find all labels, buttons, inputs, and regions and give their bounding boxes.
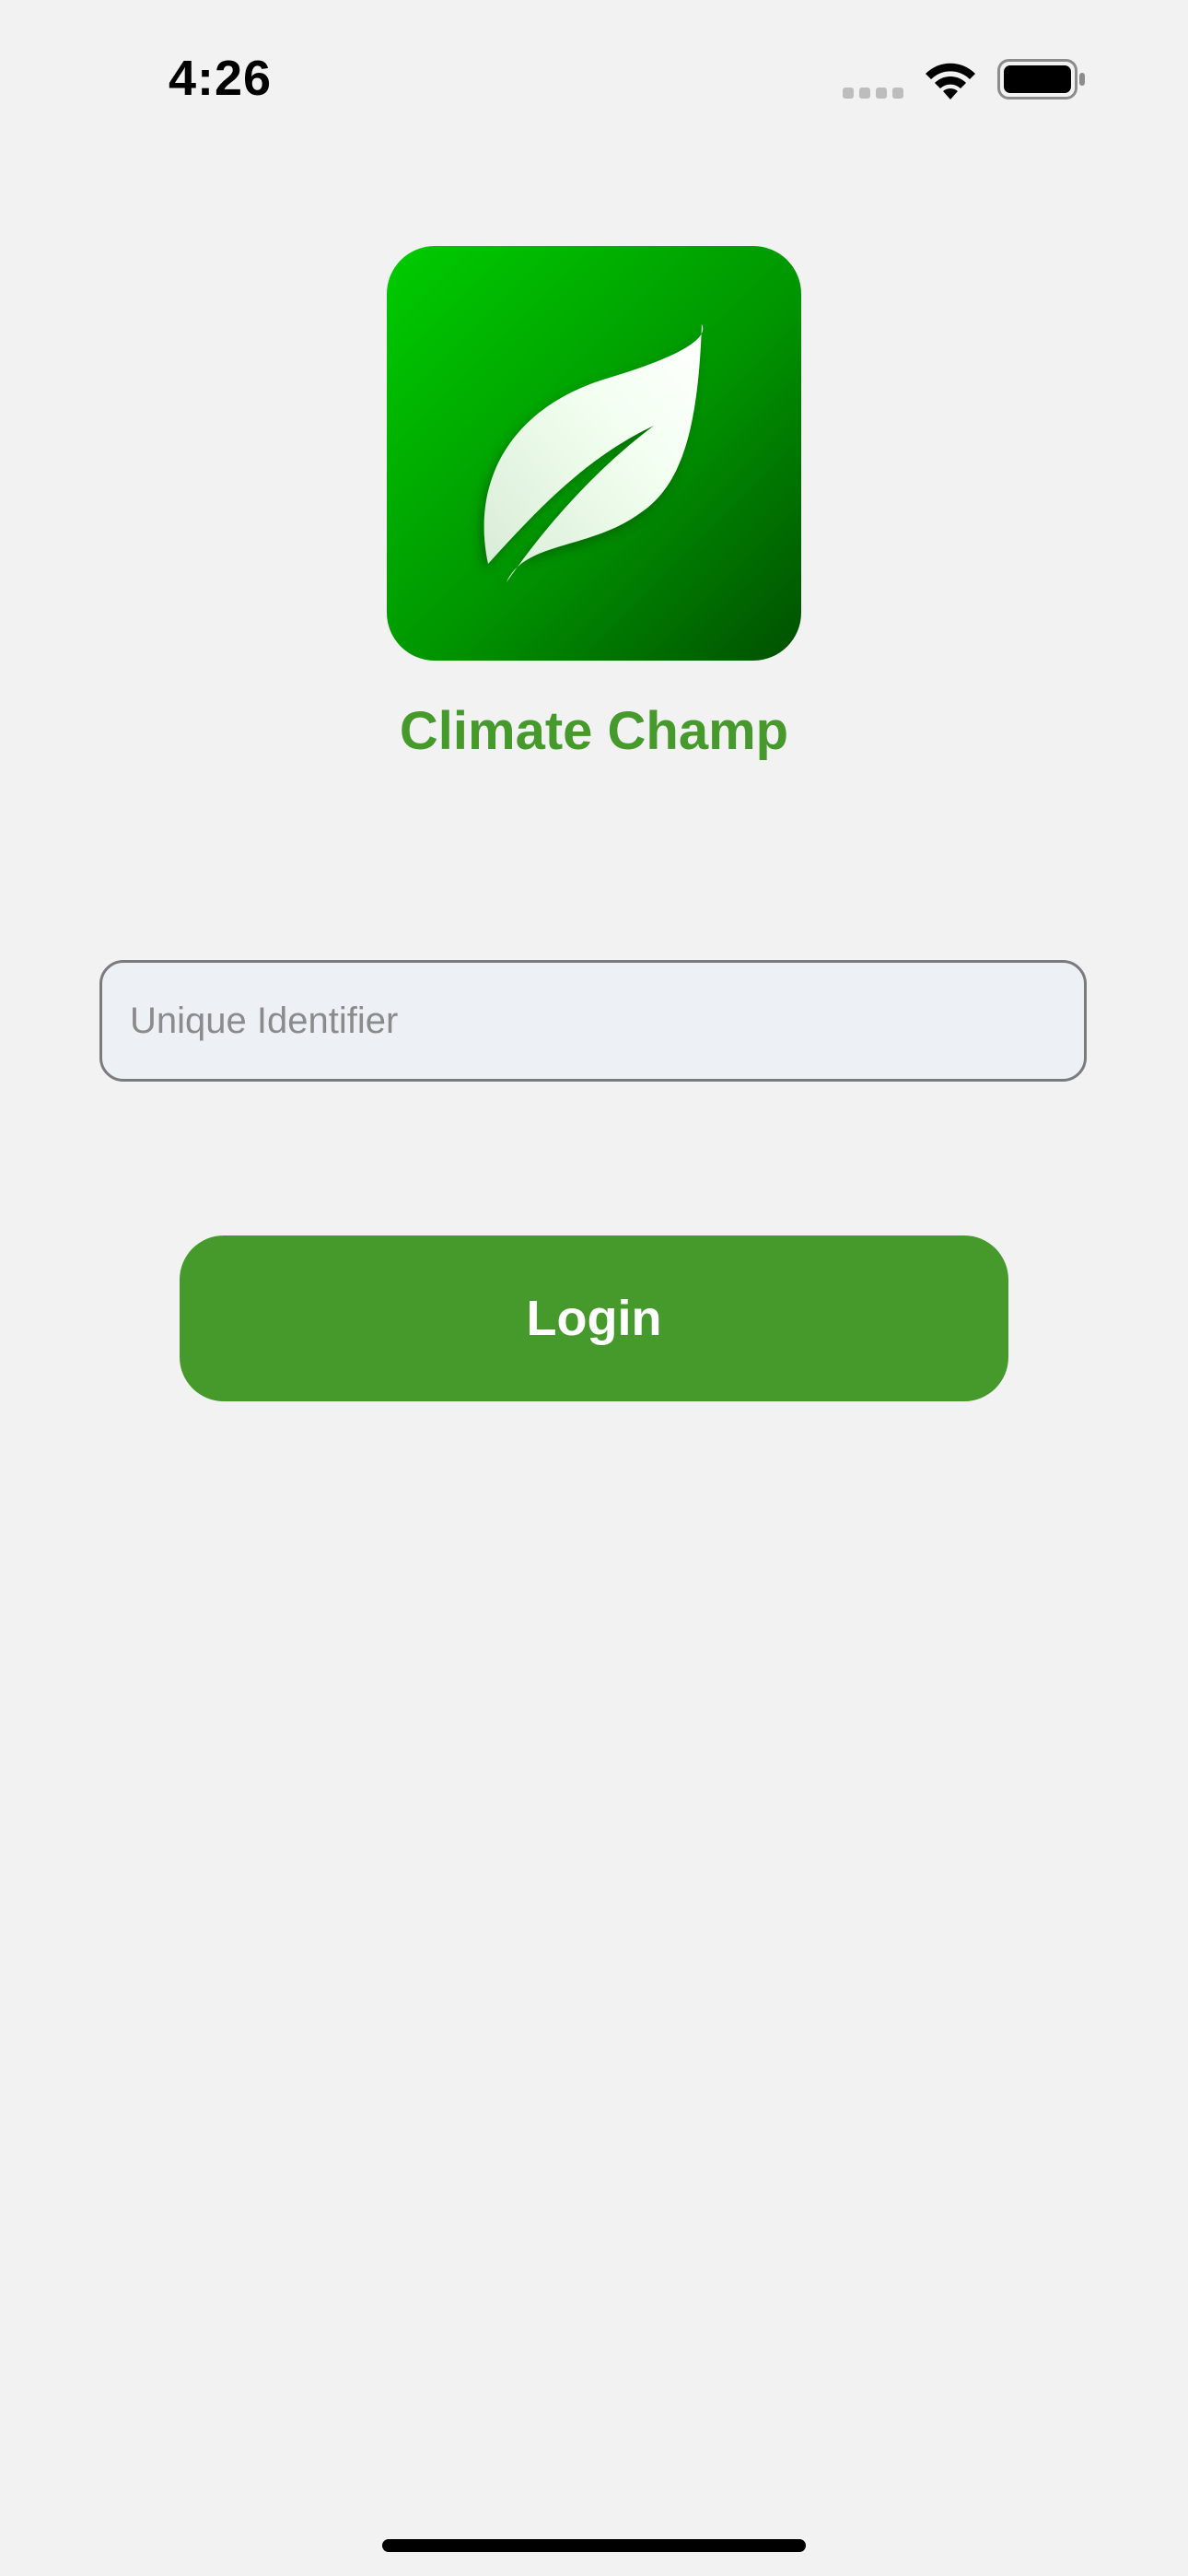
app-logo: [387, 246, 801, 661]
unique-identifier-input[interactable]: [99, 960, 1087, 1082]
wifi-icon: [926, 63, 975, 100]
leaf-icon: [387, 246, 801, 661]
battery-icon: [997, 59, 1085, 100]
app-title: Climate Champ: [399, 701, 789, 761]
login-button[interactable]: Login: [180, 1235, 1008, 1401]
home-indicator[interactable]: [382, 2539, 806, 2552]
status-time: 4:26: [169, 51, 273, 106]
signal-icon: [843, 88, 903, 99]
